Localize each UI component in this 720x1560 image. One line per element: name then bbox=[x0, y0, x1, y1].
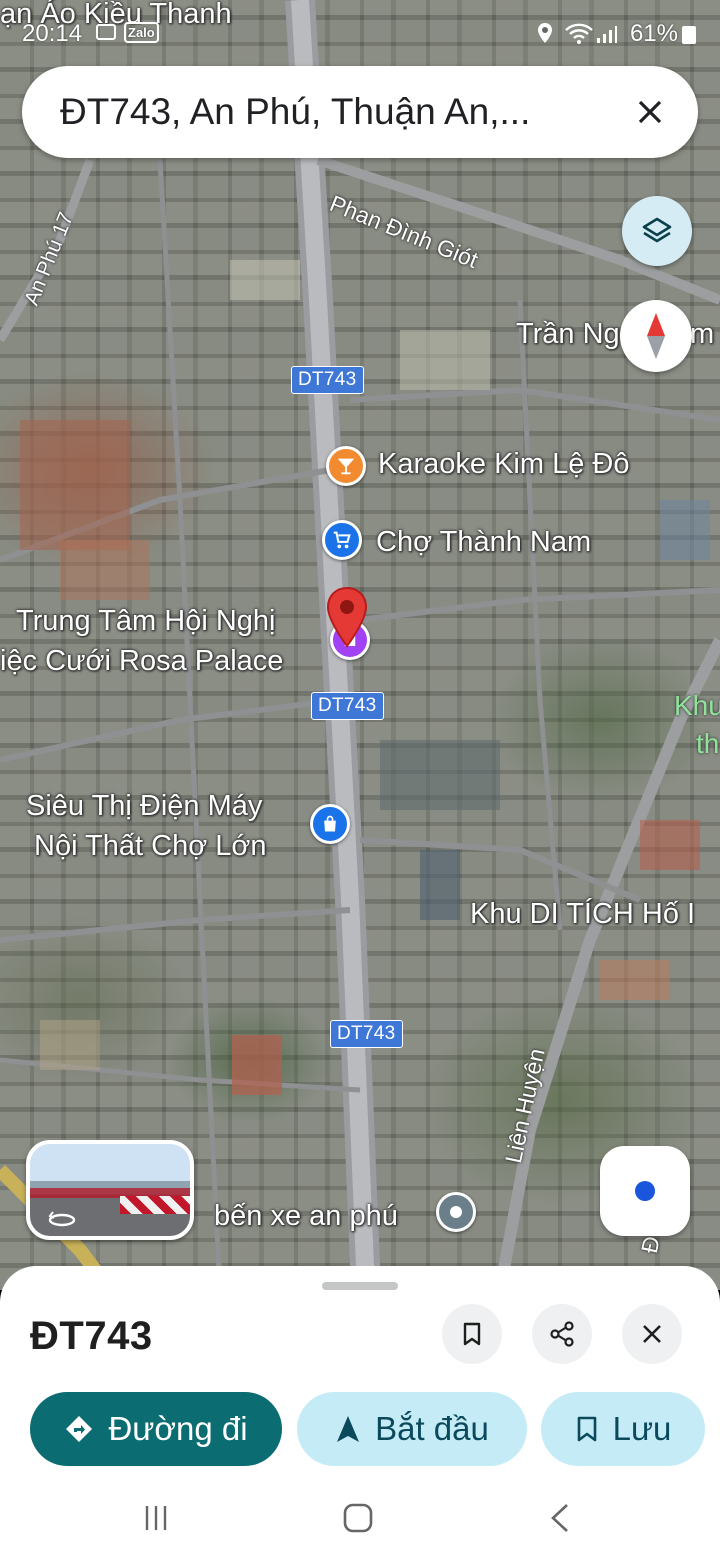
bookmark-icon bbox=[577, 1416, 596, 1442]
back-button[interactable] bbox=[540, 1498, 580, 1538]
my-location-icon bbox=[635, 1181, 655, 1201]
search-bar[interactable]: ĐT743, An Phú, Thuận An,... bbox=[22, 66, 698, 158]
save-label: Lưu bbox=[612, 1410, 672, 1447]
battery-percent: 61% bbox=[629, 20, 678, 47]
shopping-cart-poi-icon[interactable] bbox=[322, 520, 362, 560]
bus-station-poi-icon[interactable] bbox=[436, 1192, 476, 1232]
layers-icon bbox=[642, 217, 672, 243]
directions-icon bbox=[66, 1416, 93, 1442]
place-label-electronics-line2[interactable]: Nội Thất Chợ Lớn bbox=[34, 830, 267, 863]
save-place-icon-button[interactable] bbox=[442, 1304, 502, 1364]
place-label-bus-station[interactable]: bến xe an phú bbox=[214, 1200, 398, 1233]
home-icon bbox=[343, 1503, 373, 1533]
map-view[interactable]: Phan Đình Giót An Phú 17 Trần Ng m I Liê… bbox=[0, 0, 720, 1290]
my-location-button[interactable] bbox=[600, 1146, 690, 1236]
place-label-karaoke[interactable]: Karaoke Kim Lệ Đô bbox=[378, 448, 629, 481]
zalo-notification-icon: Zalo bbox=[124, 22, 159, 43]
status-bar: 20:14 Zalo 61% bbox=[0, 0, 720, 60]
park-label-line2[interactable]: th bbox=[696, 728, 719, 760]
park-label-line1[interactable]: Khu bbox=[674, 690, 720, 722]
place-title: ĐT743 bbox=[30, 1314, 153, 1358]
compass-icon bbox=[647, 313, 665, 359]
navigation-arrow-icon bbox=[337, 1416, 360, 1442]
wifi-status-icon bbox=[565, 23, 593, 44]
signal-status-icon bbox=[597, 26, 617, 43]
place-label-market[interactable]: Chợ Thành Nam bbox=[376, 526, 591, 559]
route-shield: DT743 bbox=[330, 1020, 403, 1048]
karaoke-poi-icon[interactable] bbox=[326, 446, 366, 486]
start-label: Bắt đầu bbox=[375, 1410, 489, 1447]
compass-button[interactable] bbox=[620, 300, 692, 372]
system-navigation-bar bbox=[0, 1476, 720, 1560]
place-label-conference-line2[interactable]: iệc Cưới Rosa Palace bbox=[0, 645, 283, 678]
directions-button[interactable]: Đường đi bbox=[30, 1392, 282, 1466]
home-button[interactable] bbox=[338, 1498, 378, 1538]
close-icon bbox=[638, 100, 662, 124]
bookmark-icon bbox=[463, 1322, 481, 1346]
route-shield: DT743 bbox=[291, 366, 364, 394]
status-time: 20:14 bbox=[22, 20, 83, 47]
search-query[interactable]: ĐT743, An Phú, Thuận An,... bbox=[60, 91, 620, 133]
place-label-electronics-line1[interactable]: Siêu Thị Điện Máy bbox=[26, 790, 262, 823]
close-icon bbox=[643, 1325, 661, 1343]
location-status-icon bbox=[538, 23, 552, 43]
location-pin-icon bbox=[326, 586, 368, 648]
place-label-relic[interactable]: Khu DI TÍCH Hố I bbox=[470, 898, 695, 931]
layers-button[interactable] bbox=[622, 196, 692, 266]
shopping-bag-poi-icon[interactable] bbox=[310, 804, 350, 844]
directions-label: Đường đi bbox=[108, 1410, 248, 1447]
place-label-conference-line1[interactable]: Trung Tâm Hội Nghị bbox=[16, 605, 276, 638]
share-icon bbox=[550, 1321, 574, 1347]
start-navigation-button[interactable]: Bắt đầu bbox=[297, 1392, 527, 1466]
back-icon bbox=[551, 1504, 568, 1532]
street-label-tran: Trần Ng bbox=[516, 318, 620, 350]
gallery-notification-icon bbox=[96, 24, 116, 40]
drag-handle[interactable] bbox=[322, 1282, 398, 1290]
street-label-tran-suffix: m I bbox=[690, 318, 720, 350]
battery-icon bbox=[682, 26, 696, 44]
route-shield: DT743 bbox=[311, 692, 384, 720]
close-sheet-button[interactable] bbox=[622, 1304, 682, 1364]
recent-apps-button[interactable] bbox=[136, 1498, 176, 1538]
share-button[interactable] bbox=[532, 1304, 592, 1364]
recent-apps-icon bbox=[145, 1506, 167, 1530]
save-button[interactable]: Lưu bbox=[541, 1392, 705, 1466]
clear-search-button[interactable] bbox=[626, 88, 674, 136]
rotate-360-icon bbox=[48, 1211, 76, 1227]
street-view-thumbnail[interactable] bbox=[26, 1140, 194, 1240]
